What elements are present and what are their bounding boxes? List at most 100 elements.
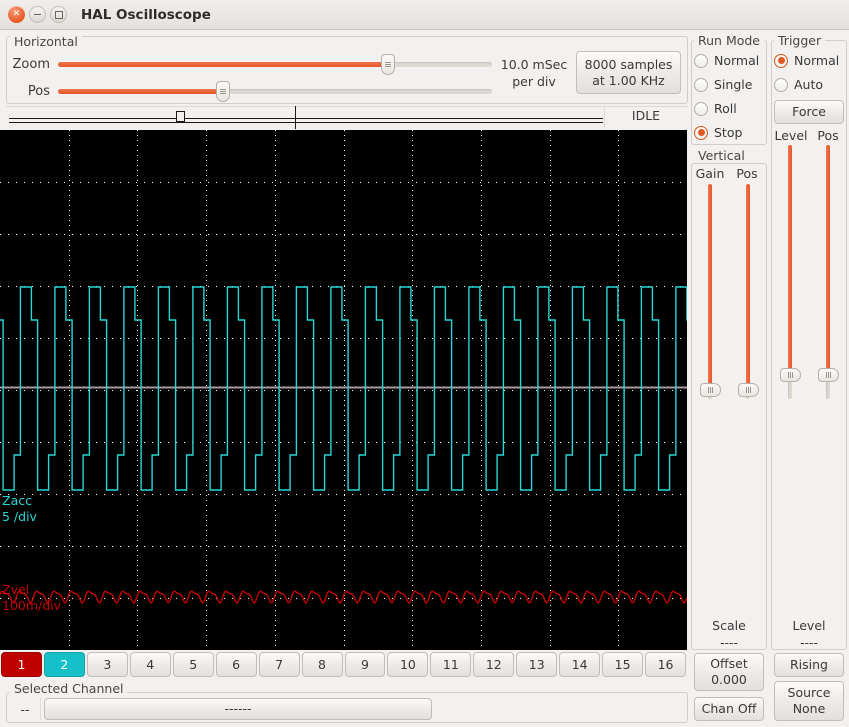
selected-channel-legend: Selected Channel [10, 681, 128, 696]
vertical-gain-fill [708, 184, 712, 391]
run-mode-normal-label: Normal [714, 53, 760, 68]
selected-channel-index: -- [20, 702, 30, 717]
window-title: HAL Oscilloscope [81, 6, 211, 23]
scope-display[interactable]: Zacc 5 /div Zvel 100m/div [0, 130, 687, 650]
radio-icon[interactable] [694, 77, 708, 92]
channel-1-name: Zvel [2, 582, 30, 597]
vertical-scale-readout: Scale ---- [694, 617, 764, 651]
channel-button-12[interactable]: 12 [473, 652, 515, 677]
scope-canvas [0, 130, 687, 650]
channel-button-label: 10 [399, 657, 416, 672]
channel-button-15[interactable]: 15 [602, 652, 644, 677]
zoom-slider-row: Zoom [6, 53, 496, 75]
channel-button-4[interactable]: 4 [129, 652, 171, 677]
radio-icon[interactable] [774, 53, 788, 68]
force-label: Force [792, 104, 826, 119]
force-trigger-button[interactable]: Force [774, 100, 844, 124]
vertical-pos-handle[interactable] [738, 383, 759, 398]
offset-button[interactable]: Offset 0.000 [694, 653, 764, 691]
trigger-level-readout-value: ---- [799, 635, 819, 650]
radio-icon[interactable] [774, 77, 788, 92]
horizontal-pos-slider-handle[interactable] [215, 80, 230, 102]
channel-button-label: 8 [318, 657, 326, 672]
trigger-edge-button[interactable]: Rising [774, 653, 844, 677]
vertical-pos-fill [746, 184, 750, 391]
trigger-source-button[interactable]: Source None [774, 681, 844, 721]
vertical-pos-track [746, 184, 750, 399]
trigger-pos-slider[interactable] [817, 145, 839, 399]
channel-button-6[interactable]: 6 [215, 652, 257, 677]
vertical-gain-handle[interactable] [700, 383, 721, 398]
channel-button-row: 1 2 3 4 5 6 7 8 9 10 11 12 13 14 15 16 [0, 652, 687, 677]
zoom-slider[interactable] [58, 53, 492, 75]
channel-1-trace-label: Zvel 100m/div [2, 582, 61, 614]
channel-button-9[interactable]: 9 [344, 652, 386, 677]
channel-button-16[interactable]: 16 [645, 652, 686, 677]
radio-icon[interactable] [694, 125, 708, 140]
channel-button-2[interactable]: 2 [43, 652, 85, 677]
trigger-pos-label: Pos [817, 128, 839, 143]
channel-button-label: 2 [60, 657, 69, 672]
channel-button-14[interactable]: 14 [559, 652, 601, 677]
channel-button-1[interactable]: 1 [1, 652, 42, 677]
channel-button-13[interactable]: 13 [516, 652, 558, 677]
trigger-auto-label: Auto [794, 77, 824, 92]
window-titlebar: ✕ HAL Oscilloscope [0, 0, 849, 30]
vertical-pos-slider[interactable] [737, 184, 759, 399]
close-icon[interactable]: ✕ [8, 6, 25, 23]
run-mode-single-label: Single [714, 77, 753, 92]
zoom-label: Zoom [12, 56, 50, 72]
channel-button-label: 4 [146, 657, 155, 672]
channel-button-11[interactable]: 11 [430, 652, 472, 677]
run-mode-option-single[interactable]: Single [694, 77, 752, 92]
channel-button-10[interactable]: 10 [387, 652, 429, 677]
trigger-level-slider[interactable] [779, 145, 801, 399]
run-mode-legend: Run Mode [694, 33, 764, 48]
run-mode-option-roll[interactable]: Roll [694, 101, 737, 116]
trigger-option-auto[interactable]: Auto [774, 77, 823, 92]
trigger-legend: Trigger [774, 33, 826, 48]
radio-icon[interactable] [694, 101, 708, 116]
channel-button-5[interactable]: 5 [172, 652, 214, 677]
trigger-level-handle[interactable] [780, 368, 801, 383]
channel-button-label: 11 [442, 657, 459, 672]
chan-off-button[interactable]: Chan Off [694, 697, 764, 721]
horizontal-pos-slider[interactable] [58, 80, 492, 102]
trigger-edge-label: Rising [789, 657, 828, 672]
trigger-pos-handle[interactable] [818, 368, 839, 383]
horizontal-position-strip[interactable] [6, 106, 688, 130]
minimize-icon[interactable] [29, 6, 46, 23]
zoom-slider-handle[interactable] [380, 53, 395, 75]
channel-button-label: 13 [528, 657, 545, 672]
trigger-option-normal[interactable]: Normal [774, 53, 839, 68]
channel-button-3[interactable]: 3 [86, 652, 128, 677]
offset-value: 0.000 [711, 672, 747, 687]
sample-rate-button[interactable]: 8000 samples at 1.00 KHz [576, 51, 681, 94]
vertical-gain-slider[interactable] [699, 184, 721, 399]
channel-button-label: 15 [614, 657, 631, 672]
channel-button-label: 1 [17, 657, 26, 672]
vertical-gain-track [708, 184, 712, 399]
horizontal-position-marker[interactable] [176, 111, 185, 122]
selected-channel-source-button[interactable]: ------ [44, 698, 432, 720]
channel-button-label: 6 [232, 657, 241, 672]
horizontal-pos-slider-fill [58, 88, 223, 94]
trigger-level-readout-label: Level [792, 618, 826, 633]
channel-button-label: 16 [657, 657, 674, 672]
trigger-pos-fill [826, 145, 830, 376]
window-controls: ✕ [8, 6, 67, 23]
channel-button-8[interactable]: 8 [301, 652, 343, 677]
run-mode-option-normal[interactable]: Normal [694, 53, 759, 68]
channel-button-label: 5 [189, 657, 198, 672]
channel-2-scale: 5 /div [2, 509, 37, 524]
channel-2-name: Zacc [2, 493, 32, 508]
radio-icon[interactable] [694, 53, 708, 68]
run-mode-option-stop[interactable]: Stop [694, 125, 742, 140]
channel-button-7[interactable]: 7 [258, 652, 300, 677]
channel-1-scale: 100m/div [2, 598, 62, 613]
horizontal-position-track [9, 118, 603, 123]
vertical-gain-label: Gain [695, 166, 725, 181]
channel-button-label: 9 [360, 657, 369, 672]
maximize-icon[interactable] [50, 6, 67, 23]
sample-rate: at 1.00 KHz [592, 72, 665, 88]
